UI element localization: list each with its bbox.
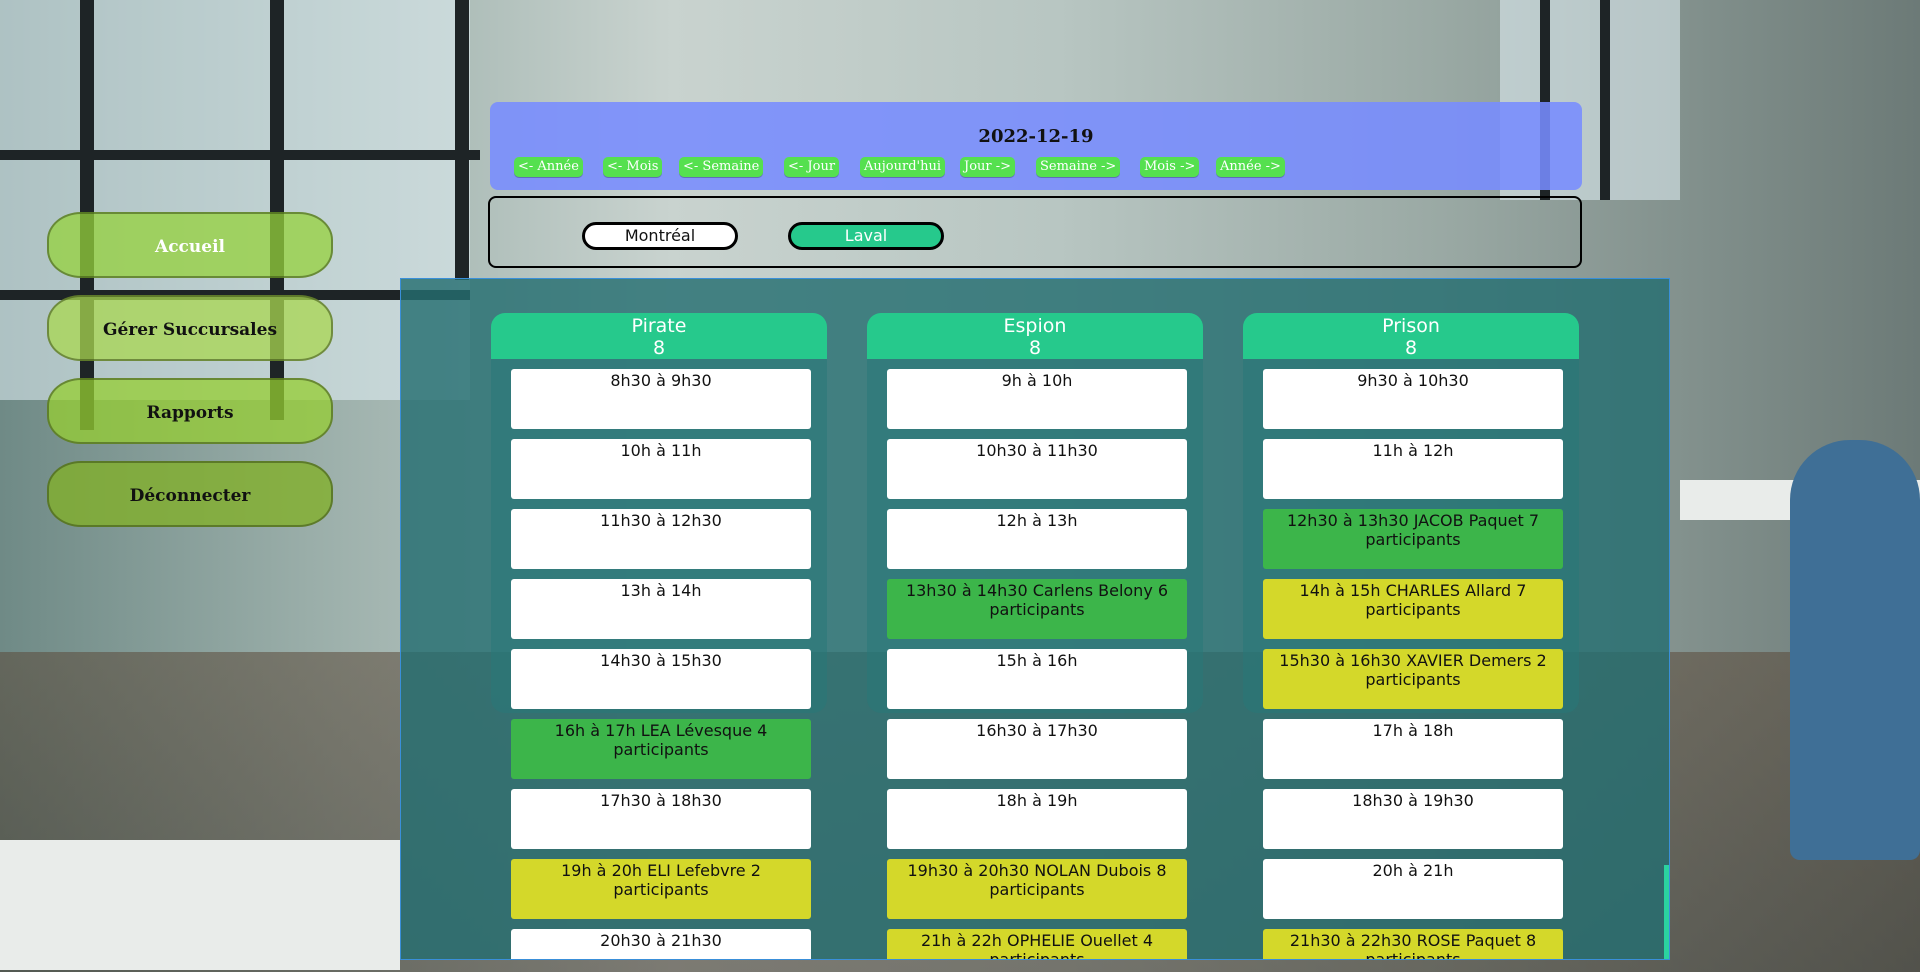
time-slot[interactable]: 11h à 12h	[1263, 439, 1563, 499]
schedule-panel[interactable]: Pirate 8 Espion 8 Prison 8 8h30 à 9h30 10…	[400, 278, 1670, 960]
time-slot[interactable]: 20h30 à 21h30	[511, 929, 811, 959]
sidebar-home-button[interactable]: Accueil	[47, 212, 333, 278]
branch-laval-button[interactable]: Laval	[788, 222, 944, 250]
current-date: 2022-12-19	[978, 126, 1094, 147]
time-slot[interactable]: 13h à 14h	[511, 579, 811, 639]
branch-montreal-button[interactable]: Montréal	[582, 222, 738, 250]
room-capacity: 8	[1404, 337, 1418, 359]
room-name: Prison	[1382, 315, 1440, 337]
time-slot[interactable]: 18h30 à 19h30	[1263, 789, 1563, 849]
time-slot[interactable]: 16h30 à 17h30	[887, 719, 1187, 779]
time-slot[interactable]: 10h30 à 11h30	[887, 439, 1187, 499]
next-month-button[interactable]: Mois ->	[1140, 157, 1200, 177]
room-name: Espion	[1003, 315, 1067, 337]
branch-selector: Montréal Laval	[488, 196, 1582, 268]
today-button[interactable]: Aujourd'hui	[860, 157, 946, 177]
time-slot[interactable]: 12h à 13h	[887, 509, 1187, 569]
time-slot[interactable]: 10h à 11h	[511, 439, 811, 499]
date-navigation-panel: 2022-12-19 <- Année <- Mois <- Semaine <…	[490, 102, 1582, 190]
next-week-button[interactable]: Semaine ->	[1036, 157, 1121, 177]
prev-day-button[interactable]: <- Jour	[784, 157, 840, 177]
sidebar-manage-branches-button[interactable]: Gérer Succursales	[47, 295, 333, 361]
prev-month-button[interactable]: <- Mois	[603, 157, 663, 177]
prev-week-button[interactable]: <- Semaine	[679, 157, 764, 177]
next-day-button[interactable]: Jour ->	[960, 157, 1016, 177]
time-slot[interactable]: 9h30 à 10h30	[1263, 369, 1563, 429]
room-capacity: 8	[652, 337, 666, 359]
room-capacity: 8	[1028, 337, 1042, 359]
time-slot[interactable]: 17h à 18h	[1263, 719, 1563, 779]
time-slot[interactable]: 8h30 à 9h30	[511, 369, 811, 429]
time-slot[interactable]: 14h à 15h CHARLES Allard 7 participants	[1263, 579, 1563, 639]
prev-year-button[interactable]: <- Année	[514, 157, 583, 177]
scrollbar-thumb[interactable]	[1664, 865, 1669, 959]
time-slot[interactable]: 21h30 à 22h30 ROSE Paquet 8 participants	[1263, 929, 1563, 959]
next-year-button[interactable]: Année ->	[1216, 157, 1285, 177]
time-slot[interactable]: 17h30 à 18h30	[511, 789, 811, 849]
time-slot[interactable]: 19h à 20h ELI Lefebvre 2 participants	[511, 859, 811, 919]
time-slot[interactable]: 11h30 à 12h30	[511, 509, 811, 569]
time-slot[interactable]: 18h à 19h	[887, 789, 1187, 849]
room-header: Espion 8	[867, 313, 1203, 359]
time-slot[interactable]: 21h à 22h OPHELIE Ouellet 4 participants	[887, 929, 1187, 959]
room-header: Pirate 8	[491, 313, 827, 359]
sidebar-logout-button[interactable]: Déconnecter	[47, 461, 333, 527]
time-slot[interactable]: 13h30 à 14h30 Carlens Belony 6 participa…	[887, 579, 1187, 639]
time-slot[interactable]: 15h à 16h	[887, 649, 1187, 709]
time-slot[interactable]: 16h à 17h LEA Lévesque 4 participants	[511, 719, 811, 779]
time-slot[interactable]: 9h à 10h	[887, 369, 1187, 429]
time-slot[interactable]: 12h30 à 13h30 JACOB Paquet 7 participant…	[1263, 509, 1563, 569]
time-slot[interactable]: 15h30 à 16h30 XAVIER Demers 2 participan…	[1263, 649, 1563, 709]
time-slot[interactable]: 14h30 à 15h30	[511, 649, 811, 709]
room-name: Pirate	[631, 315, 687, 337]
room-header: Prison 8	[1243, 313, 1579, 359]
sidebar-reports-button[interactable]: Rapports	[47, 378, 333, 444]
time-slot[interactable]: 20h à 21h	[1263, 859, 1563, 919]
time-slot[interactable]: 19h30 à 20h30 NOLAN Dubois 8 participant…	[887, 859, 1187, 919]
